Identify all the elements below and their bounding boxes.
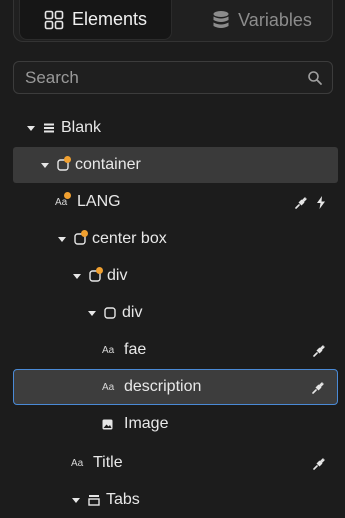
chevron-down-icon[interactable] [41, 162, 49, 168]
chevron-down-icon[interactable] [27, 125, 35, 131]
plug-icon[interactable] [295, 196, 308, 209]
tab-variables[interactable]: Variables [192, 0, 332, 40]
lightning-icon[interactable] [316, 195, 326, 209]
box-icon [74, 230, 88, 245]
plug-icon[interactable] [312, 381, 325, 394]
tree-item-tabs[interactable]: Tabs [13, 482, 338, 518]
tree-item-center-box[interactable]: center box [13, 221, 338, 257]
tree-item-label: LANG [77, 193, 121, 210]
tree-item-title[interactable]: Aa Title [13, 445, 338, 481]
tree-item-fae[interactable]: Aa fae [13, 332, 338, 368]
status-dot-icon [96, 267, 103, 274]
chevron-down-icon[interactable] [72, 497, 80, 503]
elements-grid-icon [44, 10, 64, 29]
chevron-down-icon[interactable] [58, 236, 66, 242]
text-icon: Aa [102, 381, 115, 393]
image-icon [102, 419, 118, 430]
tree-item-label: div [107, 267, 128, 284]
tree-item-label: description [124, 378, 202, 395]
status-dot-icon [64, 156, 71, 163]
plug-icon[interactable] [313, 457, 326, 470]
tab-elements[interactable]: Elements [19, 0, 172, 40]
panel-tab-bar: Elements Variables [13, 0, 333, 42]
search-input[interactable] [14, 66, 307, 89]
tree-item-label: Image [124, 415, 169, 432]
search-icon[interactable] [307, 70, 323, 86]
chevron-down-icon[interactable] [73, 273, 81, 279]
box-icon [89, 267, 103, 282]
tree-item-container[interactable]: container [13, 147, 338, 183]
tree-item-image[interactable]: Image [13, 406, 338, 442]
plug-icon[interactable] [313, 344, 326, 357]
text-icon: Aa [71, 457, 84, 469]
tree-item-div-inner[interactable]: div [13, 295, 338, 331]
box-icon [57, 156, 71, 171]
status-dot-icon [81, 230, 88, 237]
tree-item-description[interactable]: Aa description [13, 369, 338, 405]
tree-item-div-outer[interactable]: div [13, 258, 338, 294]
tree-item-label: fae [124, 341, 147, 358]
tree-item-blank[interactable]: Blank [13, 110, 338, 146]
tree-item-lang[interactable]: Aa LANG [13, 184, 338, 220]
tree-item-label: center box [92, 230, 167, 247]
tree-item-label: Tabs [106, 491, 140, 508]
tabs-icon [88, 494, 100, 506]
chevron-down-icon[interactable] [88, 310, 96, 316]
text-icon: Aa [102, 344, 115, 356]
tab-elements-label: Elements [71, 9, 148, 29]
tree-item-label: div [122, 304, 143, 321]
page-icon [43, 123, 55, 133]
database-icon [213, 11, 229, 28]
text-icon: Aa [55, 191, 71, 208]
box-icon [104, 307, 116, 319]
search-box [13, 61, 333, 94]
tree-item-label: Title [93, 454, 123, 471]
tab-variables-label: Variables [238, 9, 312, 30]
status-dot-icon [64, 191, 71, 199]
tree-item-label: Blank [61, 119, 102, 136]
tree-item-label: container [75, 156, 141, 173]
